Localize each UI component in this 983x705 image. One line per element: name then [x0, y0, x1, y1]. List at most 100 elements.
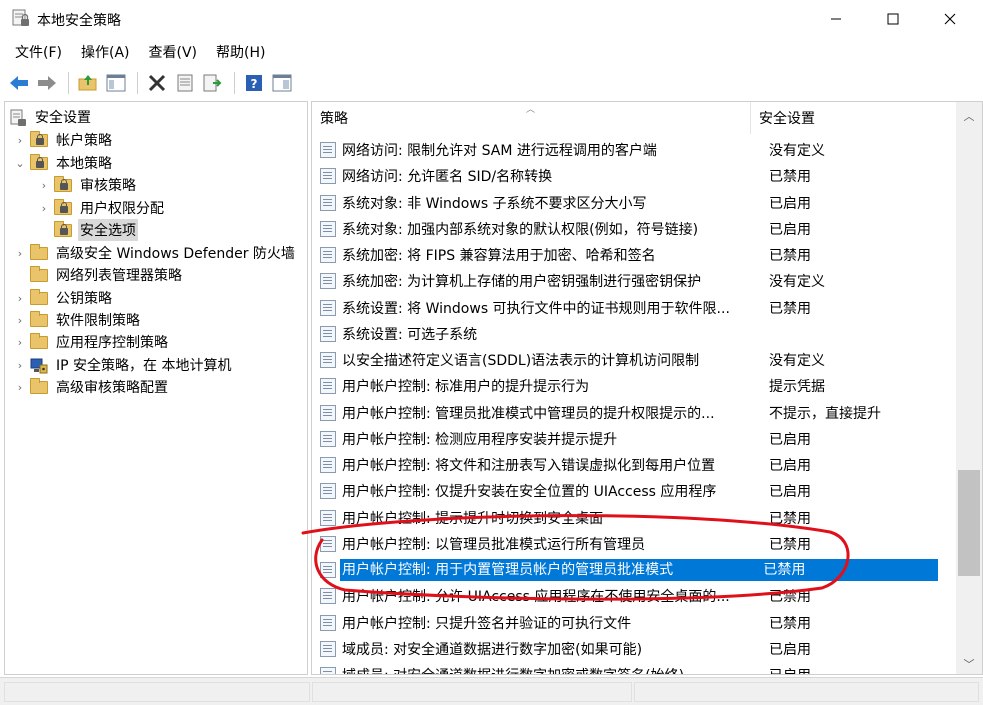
policy-row[interactable]: 用户帐户控制: 管理员批准模式中管理员的提升权限提示的... 不提示，直接提升: [312, 400, 938, 426]
folder-lock-icon: [54, 221, 72, 238]
tree-item-windows-defender-firewall[interactable]: › 高级安全 Windows Defender 防火墙: [13, 242, 297, 264]
policy-setting-value: 没有定义: [769, 143, 825, 159]
status-cell: [312, 682, 632, 702]
tree-item-security-settings[interactable]: 安全设置: [9, 106, 93, 128]
tree-item-public-key-policies[interactable]: › 公钥策略: [13, 287, 114, 309]
tree-item-user-rights-assignment[interactable]: › 用户权限分配: [37, 197, 166, 219]
policy-setting-icon: [320, 273, 336, 290]
policy-row[interactable]: 系统加密: 为计算机上存储的用户密钥强制进行强密钥保护 没有定义: [312, 268, 938, 294]
policy-row[interactable]: 系统加密: 将 FIPS 兼容算法用于加密、哈希和签名 已禁用: [312, 242, 938, 268]
chevron-right-icon[interactable]: ›: [13, 335, 27, 349]
toolbar-separator: [68, 72, 69, 94]
tree-label: 审核策略: [80, 178, 136, 194]
list-header: 策略 ︿ 安全设置: [312, 102, 938, 134]
chevron-right-icon[interactable]: ›: [13, 358, 27, 372]
policy-row[interactable]: 系统对象: 非 Windows 子系统不要求区分大小写 已启用: [312, 190, 938, 216]
mmc-view-button[interactable]: [269, 70, 295, 96]
maximize-button[interactable]: [864, 0, 921, 38]
column-header-security-setting[interactable]: 安全设置: [751, 102, 938, 134]
scroll-down-icon[interactable]: ﹀: [956, 654, 982, 674]
policy-name: 系统设置: 可选子系统: [342, 326, 478, 343]
policy-setting-icon: [320, 509, 336, 526]
delete-button[interactable]: [144, 70, 170, 96]
folder-lock-icon: [54, 176, 72, 193]
back-button[interactable]: [6, 70, 32, 96]
policy-row[interactable]: 用户帐户控制: 允许 UIAccess 应用程序在不使用安全桌面的... 已禁用: [312, 583, 938, 609]
chevron-down-icon[interactable]: ⌄: [13, 156, 27, 170]
column-title: 策略: [320, 111, 348, 127]
policy-row[interactable]: 系统设置: 可选子系统: [312, 321, 938, 347]
menu-help[interactable]: 帮助(H): [209, 38, 272, 66]
policy-row[interactable]: 用户帐户控制: 仅提升安装在安全位置的 UIAccess 应用程序 已启用: [312, 478, 938, 504]
folder-lock-icon: [30, 154, 48, 171]
policy-setting-value: 已禁用: [769, 615, 811, 632]
column-header-policy[interactable]: 策略 ︿: [312, 102, 751, 134]
tree-item-ip-security[interactable]: › IP 安全策略，在 本地计算机: [13, 354, 233, 376]
help-button[interactable]: ?: [241, 70, 267, 96]
console-tree[interactable]: 安全设置 › 帐户策略 ⌄ 本地策略 › 审核策略 › 用户权限分配 安全选项 …: [4, 101, 308, 675]
chevron-right-icon[interactable]: ›: [13, 291, 27, 305]
policy-row[interactable]: 用户帐户控制: 标准用户的提升提示行为 提示凭据: [312, 373, 938, 399]
policy-row[interactable]: 用户帐户控制: 用于内置管理员帐户的管理员批准模式 已禁用: [312, 557, 938, 583]
policy-setting-value: 不提示，直接提升: [769, 405, 881, 422]
vertical-scrollbar[interactable]: ︿ ﹀: [956, 102, 982, 674]
tree-label: IP 安全策略，在 本地计算机: [56, 358, 232, 374]
chevron-right-icon[interactable]: ›: [13, 246, 27, 260]
up-one-level-button[interactable]: [75, 70, 101, 96]
policy-row[interactable]: 以安全描述符定义语言(SDDL)语法表示的计算机访问限制 没有定义: [312, 347, 938, 373]
scroll-up-icon[interactable]: ︿: [956, 106, 982, 126]
forward-button[interactable]: [34, 70, 60, 96]
scrollbar-thumb[interactable]: [958, 470, 980, 576]
policy-row[interactable]: 网络访问: 允许匿名 SID/名称转换 已禁用: [312, 163, 938, 189]
policy-name: 域成员: 对安全通道数据进行数字加密或数字签名(始终): [340, 665, 760, 674]
folder-icon: [30, 266, 48, 283]
tree-item-software-restriction[interactable]: › 软件限制策略: [13, 309, 142, 331]
policy-setting-icon: [320, 352, 336, 368]
policy-row[interactable]: 域成员: 对安全通道数据进行数字加密(如果可能) 已启用: [312, 636, 938, 662]
policy-setting-icon: [320, 640, 336, 657]
menu-action[interactable]: 操作(A): [74, 38, 137, 66]
chevron-right-icon[interactable]: ›: [13, 133, 27, 147]
tree-toggle-spacer: [37, 223, 51, 237]
policy-row[interactable]: 系统设置: 将 Windows 可执行文件中的证书规则用于软件限... 已禁用: [312, 295, 938, 321]
policy-row[interactable]: 域成员: 对安全通道数据进行数字加密或数字签名(始终)已启用: [312, 662, 938, 674]
tree-label: 本地策略: [56, 156, 112, 172]
policy-row[interactable]: 用户帐户控制: 检测应用程序安装并提示提升 已启用: [312, 426, 938, 452]
tree-item-account-policies[interactable]: › 帐户策略: [13, 129, 114, 151]
show-hide-tree-button[interactable]: [103, 70, 129, 96]
chevron-right-icon[interactable]: ›: [13, 380, 27, 394]
security-settings-icon: [9, 109, 27, 126]
policy-setting-value: 已禁用: [769, 248, 811, 264]
folder-icon: [30, 311, 48, 328]
policy-row[interactable]: 系统对象: 加强内部系统对象的默认权限(例如，符号链接) 已启用: [312, 216, 938, 242]
folder-icon: [30, 378, 48, 395]
menu-view[interactable]: 查看(V): [142, 38, 205, 66]
policy-row[interactable]: 用户帐户控制: 提示提升时切换到安全桌面 已禁用: [312, 505, 938, 531]
chevron-right-icon[interactable]: ›: [37, 178, 51, 192]
tree-item-audit-policy[interactable]: › 审核策略: [37, 174, 138, 196]
policy-row[interactable]: 用户帐户控制: 以管理员批准模式运行所有管理员 已禁用: [312, 531, 938, 557]
tree-item-local-policies[interactable]: ⌄ 本地策略: [13, 152, 114, 174]
tree-item-advanced-audit[interactable]: › 高级审核策略配置: [13, 376, 170, 398]
status-cell: [4, 682, 310, 702]
policy-setting-icon: [320, 194, 336, 211]
export-list-button[interactable]: [200, 70, 226, 96]
menu-file[interactable]: 文件(F): [8, 38, 69, 66]
minimize-button[interactable]: [807, 0, 864, 38]
close-button[interactable]: [921, 0, 978, 38]
policy-row[interactable]: 用户帐户控制: 将文件和注册表写入错误虚拟化到每用户位置 已启用: [312, 452, 938, 478]
tree-item-security-options[interactable]: 安全选项: [37, 219, 138, 241]
chevron-right-icon[interactable]: ›: [37, 201, 51, 215]
tree-item-network-list-manager[interactable]: 网络列表管理器策略: [13, 264, 184, 286]
policy-setting-value: 已禁用: [769, 300, 811, 317]
chevron-right-icon[interactable]: ›: [13, 313, 27, 327]
policy-row[interactable]: 用户帐户控制: 只提升签名并验证的可执行文件 已禁用: [312, 610, 938, 636]
policy-name: 系统设置: 将 Windows 可执行文件中的证书规则用于软件限...: [342, 300, 730, 317]
policy-setting-value: 已禁用: [769, 589, 811, 606]
policy-setting-value: 没有定义: [769, 274, 825, 291]
tree-item-application-control[interactable]: › 应用程序控制策略: [13, 331, 170, 353]
policy-list[interactable]: 策略 ︿ 安全设置 网络访问: 限制允许对 SAM 进行远程调用的客户端 没有定义…: [311, 101, 983, 675]
policy-row[interactable]: 网络访问: 限制允许对 SAM 进行远程调用的客户端 没有定义: [312, 137, 938, 163]
policy-setting-icon: [320, 457, 336, 473]
properties-button[interactable]: [172, 70, 198, 96]
